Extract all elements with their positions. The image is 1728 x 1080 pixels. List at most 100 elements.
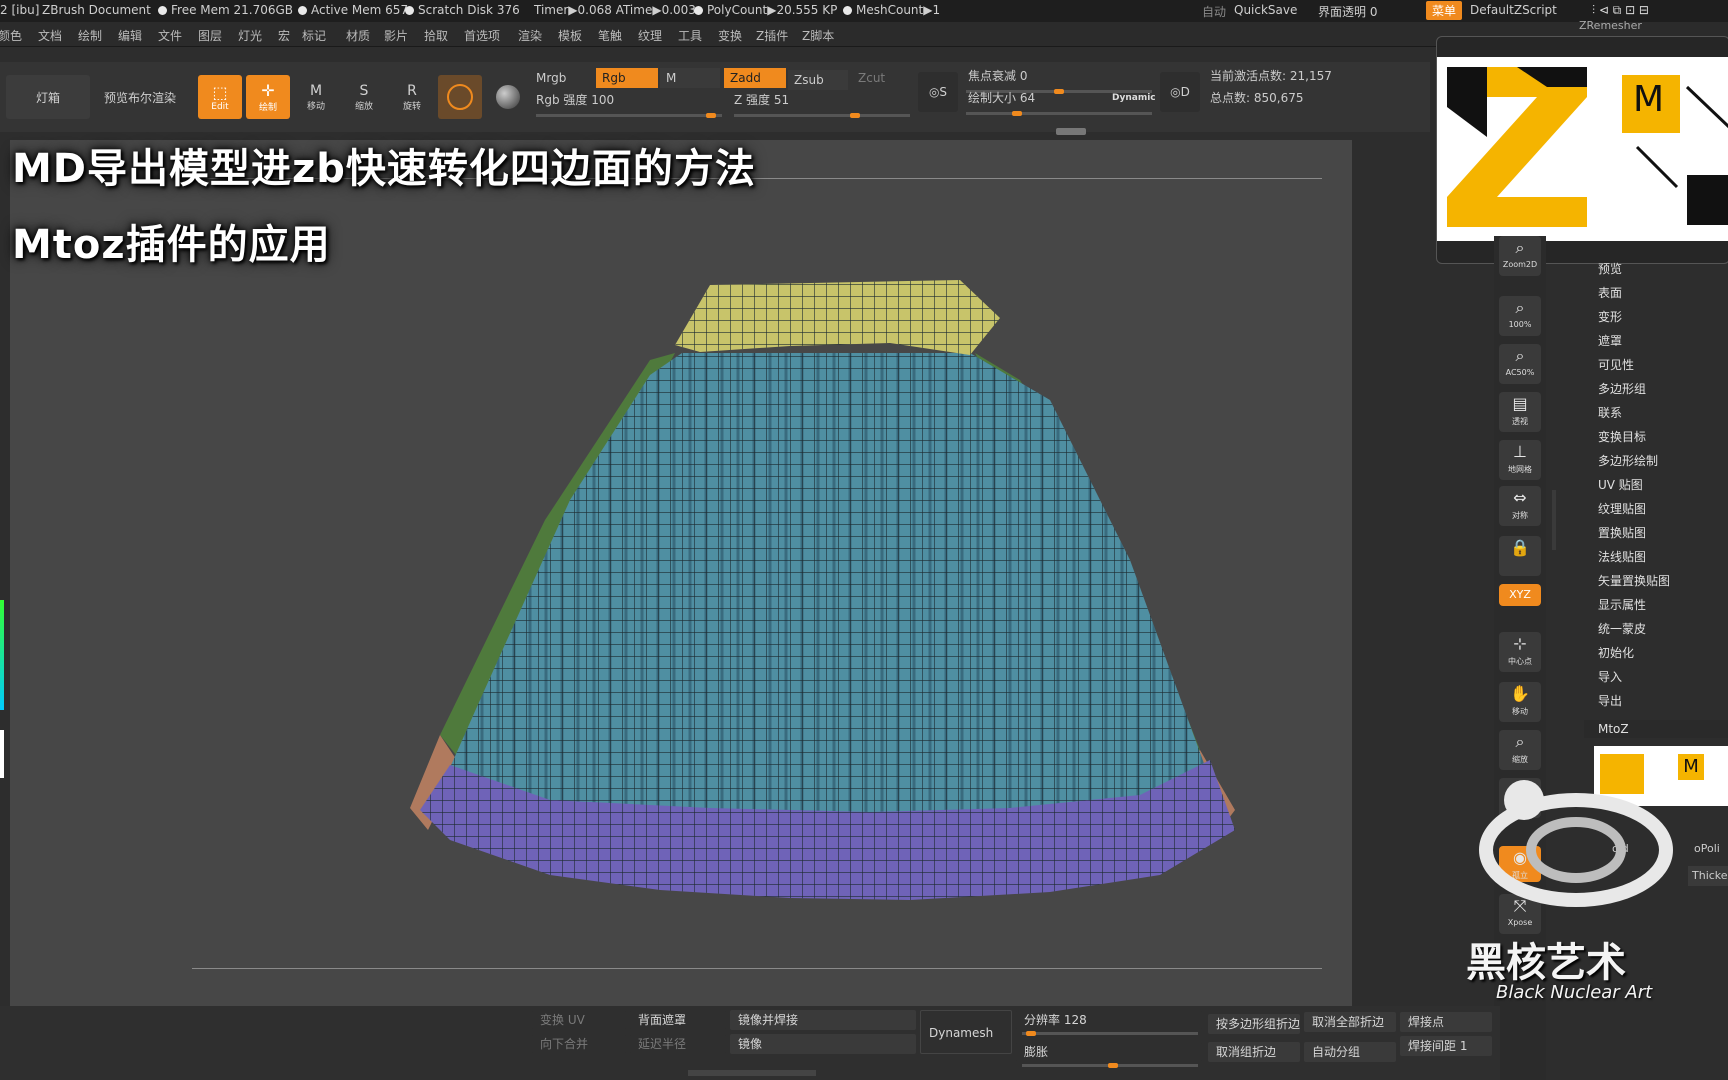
texture-button[interactable] xyxy=(488,75,528,119)
tool-zoom2d-button[interactable]: ⌕ Zoom2D xyxy=(1499,236,1541,276)
scale-button[interactable]: S 缩放 xyxy=(342,75,386,119)
uncrease-all-button[interactable]: 取消全部折边 xyxy=(1304,1012,1396,1032)
menu-item[interactable]: Z脚本 xyxy=(802,27,834,44)
rotate-button[interactable]: R 旋转 xyxy=(390,75,434,119)
subpalette-item[interactable]: 导出 xyxy=(1598,692,1622,709)
menu-item[interactable]: 影片 xyxy=(384,27,408,44)
subpalette-item[interactable]: 表面 xyxy=(1598,284,1622,301)
tool-scale-button[interactable]: ⌕ 缩放 xyxy=(1499,730,1541,770)
menu-item[interactable]: 颜色 xyxy=(0,27,22,44)
merge-down-button[interactable]: 向下合并 xyxy=(532,1034,626,1054)
menu-item[interactable]: 拾取 xyxy=(424,27,448,44)
tool-symmetry-button[interactable]: ⇔ 对称 xyxy=(1499,486,1541,526)
tool-floor-button[interactable]: ⊥ 地网格 xyxy=(1499,440,1541,480)
tool-ac50-button[interactable]: ⌕ AC50% xyxy=(1499,344,1541,384)
mirror-button[interactable]: 镜像 xyxy=(730,1034,916,1054)
inflate-track[interactable] xyxy=(1022,1063,1198,1068)
uncrease-groups-button[interactable]: 取消组折边 xyxy=(1208,1042,1300,1062)
subpalette-item[interactable]: 多边形绘制 xyxy=(1598,452,1658,469)
material-button[interactable] xyxy=(438,75,482,119)
lightbox-button[interactable]: 灯箱 xyxy=(6,75,90,119)
weld-distance-slider[interactable]: 焊接间距 1 xyxy=(1400,1036,1492,1056)
tool-zoom100-button[interactable]: ⌕ 100% xyxy=(1499,296,1541,336)
dynamesh-button[interactable]: Dynamesh xyxy=(920,1010,1012,1054)
auto-groups-button[interactable]: 自动分组 xyxy=(1304,1042,1396,1062)
mirror-weld-button[interactable]: 镜像并焊接 xyxy=(730,1010,916,1030)
backface-mask-button[interactable]: 背面遮罩 xyxy=(630,1010,726,1030)
subpalette-item[interactable]: UV 贴图 xyxy=(1598,476,1643,493)
menu-item[interactable]: 图层 xyxy=(198,27,222,44)
subpalette-item[interactable]: 法线贴图 xyxy=(1598,548,1646,565)
subpalette-item[interactable]: 纹理贴图 xyxy=(1598,500,1646,517)
menu-item[interactable]: 笔触 xyxy=(598,27,622,44)
spotlight-s-button[interactable]: ◎S xyxy=(918,72,958,112)
resolution-track[interactable] xyxy=(1022,1031,1198,1036)
m-button[interactable]: M xyxy=(660,68,720,88)
slider-handle[interactable] xyxy=(1012,111,1022,116)
draw-button[interactable]: ✛ 绘制 xyxy=(246,75,290,119)
menu-item[interactable]: 首选项 xyxy=(464,27,500,44)
quicksave-button[interactable]: QuickSave xyxy=(1234,3,1297,17)
subpalette-item[interactable]: 变换目标 xyxy=(1598,428,1646,445)
menu-item[interactable]: 纹理 xyxy=(638,27,662,44)
edit-button[interactable]: ⬚ Edit xyxy=(198,75,242,119)
rgb-button[interactable]: Rgb xyxy=(596,68,658,88)
subpalette-item[interactable]: 可见性 xyxy=(1598,356,1634,373)
spotlight-d-button[interactable]: ◎D xyxy=(1160,72,1200,112)
menu-item[interactable]: 文件 xyxy=(158,27,182,44)
slider-handle[interactable] xyxy=(850,113,860,118)
slider-handle[interactable] xyxy=(1026,1031,1036,1036)
tool-center-button[interactable]: ⊹ 中心点 xyxy=(1499,632,1541,672)
bottom-scroll-handle[interactable] xyxy=(688,1070,816,1076)
menu-item[interactable]: 灯光 xyxy=(238,27,262,44)
crease-by-groups-button[interactable]: 按多边形组折边 xyxy=(1208,1014,1300,1034)
rgb-intensity-slider[interactable]: Rgb 强度 100 xyxy=(530,90,724,110)
mtoz-plugin-header[interactable]: MtoZ xyxy=(1584,720,1728,738)
menu-button[interactable]: 菜单 xyxy=(1426,1,1463,20)
mrgb-button[interactable]: Mrgb xyxy=(530,68,594,88)
menu-item[interactable]: Z插件 xyxy=(756,27,788,44)
subpalette-item[interactable]: 变形 xyxy=(1598,308,1622,325)
transform-uv-button[interactable]: 变换 UV xyxy=(532,1010,626,1030)
tool-xyz-button[interactable]: XYZ xyxy=(1499,584,1541,606)
menu-item[interactable]: 绘制 xyxy=(78,27,102,44)
rgb-intensity-track[interactable] xyxy=(536,113,722,118)
focal-shift-slider[interactable]: 焦点衰减 0 xyxy=(962,66,1152,86)
subpalette-item[interactable]: 联系 xyxy=(1598,404,1622,421)
menu-item[interactable]: 宏 xyxy=(278,27,290,44)
menu-item[interactable]: 文档 xyxy=(38,27,62,44)
inflate-slider[interactable]: 膨胀 xyxy=(1016,1042,1202,1062)
tool-move-button[interactable]: ✋ 移动 xyxy=(1499,682,1541,722)
subpalette-item[interactable]: 显示属性 xyxy=(1598,596,1646,613)
lazy-radius-slider[interactable]: 延迟半径 xyxy=(630,1034,726,1054)
menu-item[interactable]: 工具 xyxy=(678,27,702,44)
resolution-slider[interactable]: 分辨率 128 xyxy=(1016,1010,1202,1030)
zcut-button[interactable]: Zcut xyxy=(852,68,912,88)
viewport-canvas[interactable]: MD导出模型进zb快速转化四边面的方法 Mtoz插件的应用 xyxy=(10,128,1352,1006)
scroll-handle[interactable] xyxy=(1056,128,1086,135)
draw-size-track[interactable] xyxy=(966,111,1152,116)
subpalette-item[interactable]: 统一蒙皮 xyxy=(1598,620,1646,637)
zsub-button[interactable]: Zsub xyxy=(788,70,848,90)
menu-item[interactable]: 编辑 xyxy=(118,27,142,44)
subpalette-item[interactable]: 初始化 xyxy=(1598,644,1634,661)
window-controls-icon[interactable]: ⫶ ⊲ ⧉ ⊡ ⊟ xyxy=(1592,3,1649,18)
menu-item[interactable]: 标记 xyxy=(302,27,326,44)
bpr-button[interactable]: 预览布尔渲染 xyxy=(96,75,184,119)
move-button[interactable]: M 移动 xyxy=(294,75,338,119)
slider-handle[interactable] xyxy=(1108,1063,1118,1068)
menu-item[interactable]: 材质 xyxy=(346,27,370,44)
subpalette-item[interactable]: 预览 xyxy=(1598,260,1622,277)
transparency-slider[interactable]: 界面透明 0 xyxy=(1318,3,1377,20)
slider-handle[interactable] xyxy=(706,113,716,118)
dynamic-toggle[interactable]: Dynamic xyxy=(1106,88,1166,108)
weld-points-button[interactable]: 焊接点 xyxy=(1400,1012,1492,1032)
subpalette-item[interactable]: 矢量置换贴图 xyxy=(1598,572,1670,589)
zadd-button[interactable]: Zadd xyxy=(724,68,786,88)
z-intensity-track[interactable] xyxy=(734,113,910,118)
menu-item[interactable]: 渲染 xyxy=(518,27,542,44)
subpalette-item[interactable]: 多边形组 xyxy=(1598,380,1646,397)
subpalette-item[interactable]: 遮罩 xyxy=(1598,332,1622,349)
subpalette-item[interactable]: 导入 xyxy=(1598,668,1622,685)
tool-perspective-button[interactable]: ▤ 透视 xyxy=(1499,392,1541,432)
